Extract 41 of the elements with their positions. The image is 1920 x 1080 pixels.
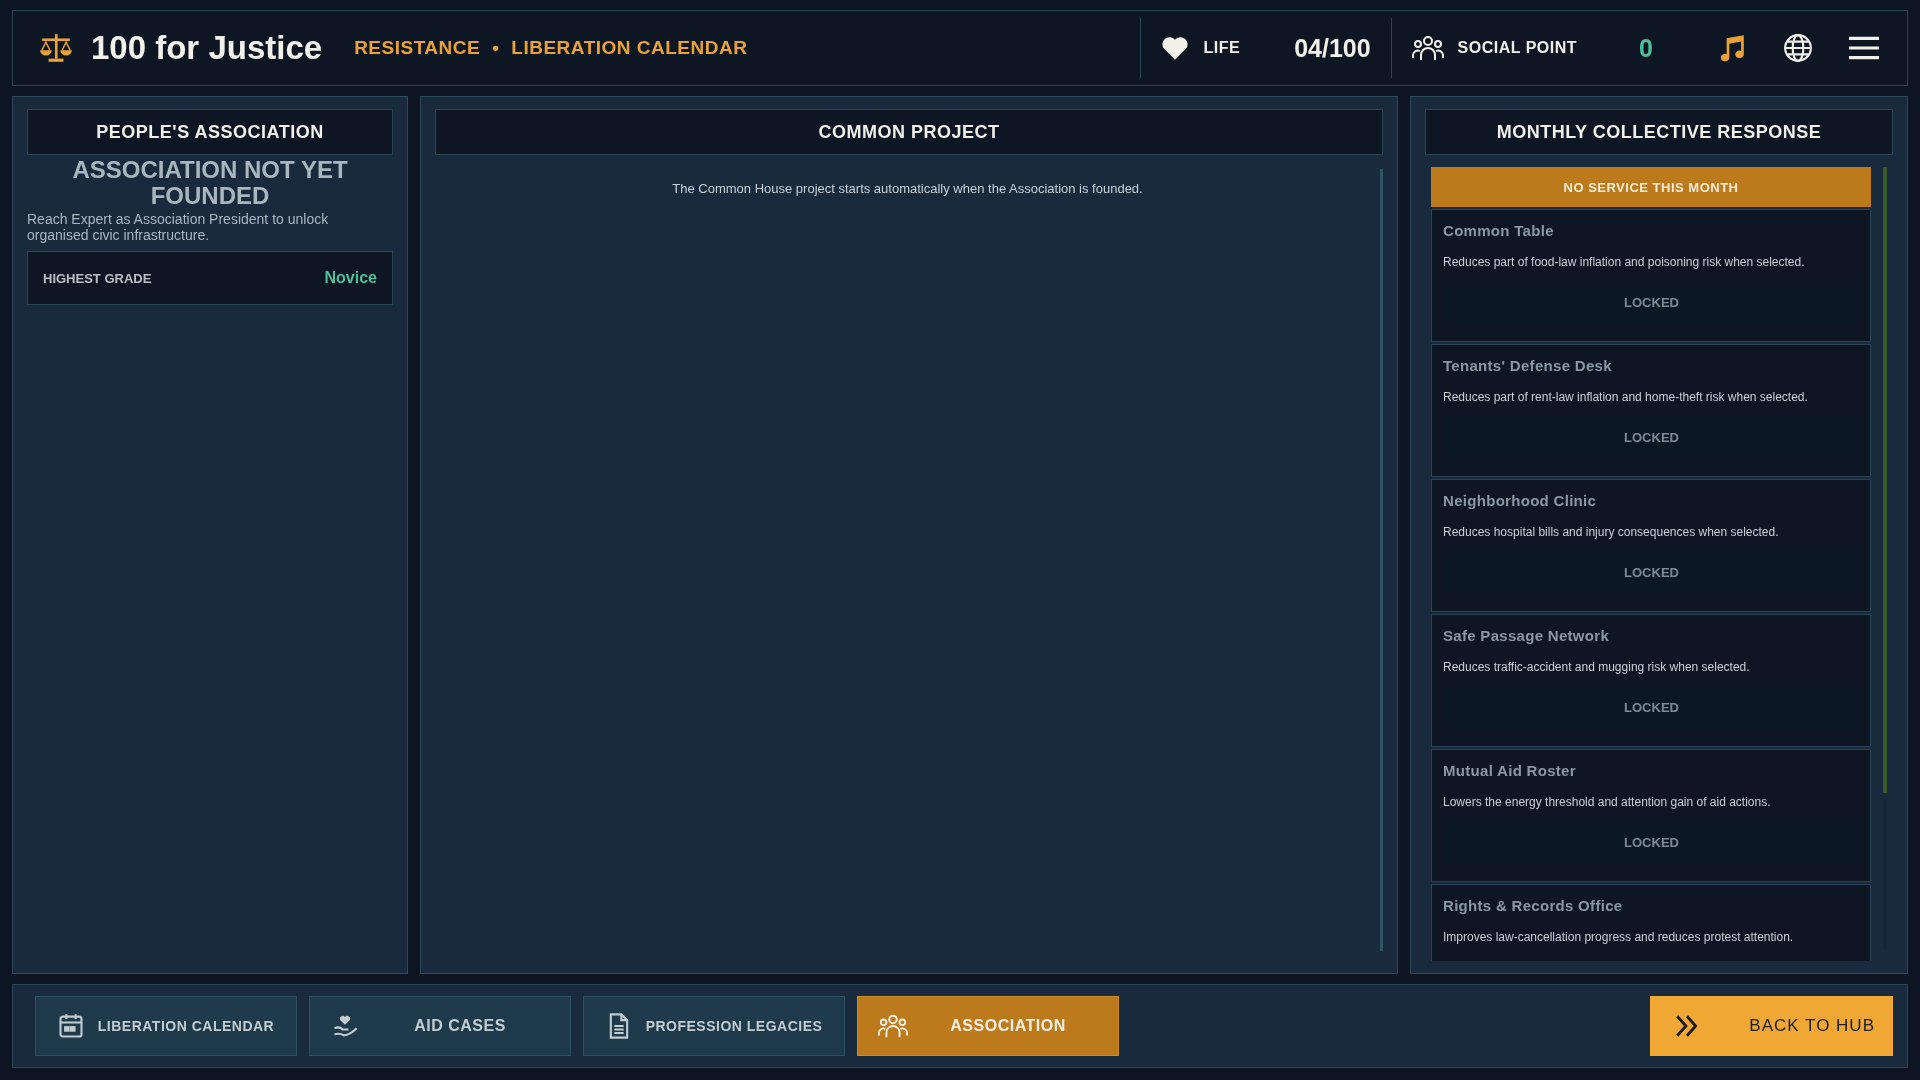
life-value: 04/100	[1294, 33, 1371, 63]
globe-icon[interactable]	[1783, 33, 1813, 63]
back-to-hub-button[interactable]: BACK TO HUB	[1650, 996, 1893, 1056]
service-name: Common Table	[1443, 222, 1555, 239]
scrollbar[interactable]	[1380, 169, 1383, 951]
grade-value: Novice	[324, 269, 377, 287]
service-name: Neighborhood Clinic	[1443, 492, 1598, 509]
scales-icon	[39, 32, 73, 64]
service-name: Safe Passage Network	[1443, 627, 1611, 644]
service-description: Reduces traffic-accident and mugging risk when selected.	[1443, 660, 1751, 674]
double-chevron-icon	[1674, 1013, 1700, 1039]
service-description: Improves law-cancellation progress and reduces protest attention.	[1443, 930, 1795, 944]
service-description: Reduces hospital bills and injury consequences when selected.	[1443, 525, 1780, 539]
grade-label: HIGHEST GRADE	[43, 270, 152, 286]
panel-title: PEOPLE'S ASSOCIATION	[27, 109, 393, 155]
people-icon	[878, 1012, 908, 1040]
game-title: 100 for Justice	[91, 29, 323, 67]
social-point-label: SOCIAL POINT	[1457, 39, 1578, 57]
panel-title: MONTHLY COLLECTIVE RESPONSE	[1425, 109, 1893, 155]
no-service-banner: NO SERVICE THIS MONTH	[1431, 167, 1871, 207]
service-name: Mutual Aid Roster	[1443, 762, 1577, 779]
breadcrumb-separator: •	[492, 37, 500, 59]
service-description: Reduces part of rent-law inflation and home-theft risk when selected.	[1443, 390, 1809, 404]
project-message: The Common House project starts automatically when the Association is founded.	[671, 181, 1144, 198]
service-name: Tenants' Defense Desk	[1443, 357, 1613, 374]
breadcrumb-link[interactable]: LIBERATION CALENDAR	[511, 37, 748, 59]
association-status: ASSOCIATION NOT YET FOUNDED	[71, 157, 349, 209]
people-icon	[1411, 34, 1444, 62]
panel-title: COMMON PROJECT	[435, 109, 1383, 155]
nav-tab[interactable]: LIBERATION CALENDAR	[35, 996, 297, 1056]
service-description: Lowers the energy threshold and attention gain of aid actions.	[1443, 795, 1772, 809]
breadcrumb-link[interactable]: RESISTANCE	[354, 37, 481, 59]
service-description: Reduces part of food-law inflation and poisoning risk when selected.	[1443, 255, 1806, 269]
service-name: Rights & Records Office	[1443, 897, 1624, 914]
social-point-value: 0	[1639, 33, 1653, 63]
unlock-hint: Reach Expert as Association President to unlock organised civic infrastructure.	[27, 211, 330, 243]
life-label: LIFE	[1203, 39, 1241, 57]
nav-tab[interactable]: AID CASES	[309, 996, 571, 1056]
heart-icon	[1161, 35, 1190, 61]
nav-tab[interactable]: PROFESSION LEGACIES	[583, 996, 845, 1056]
calendar-icon	[56, 1012, 86, 1040]
